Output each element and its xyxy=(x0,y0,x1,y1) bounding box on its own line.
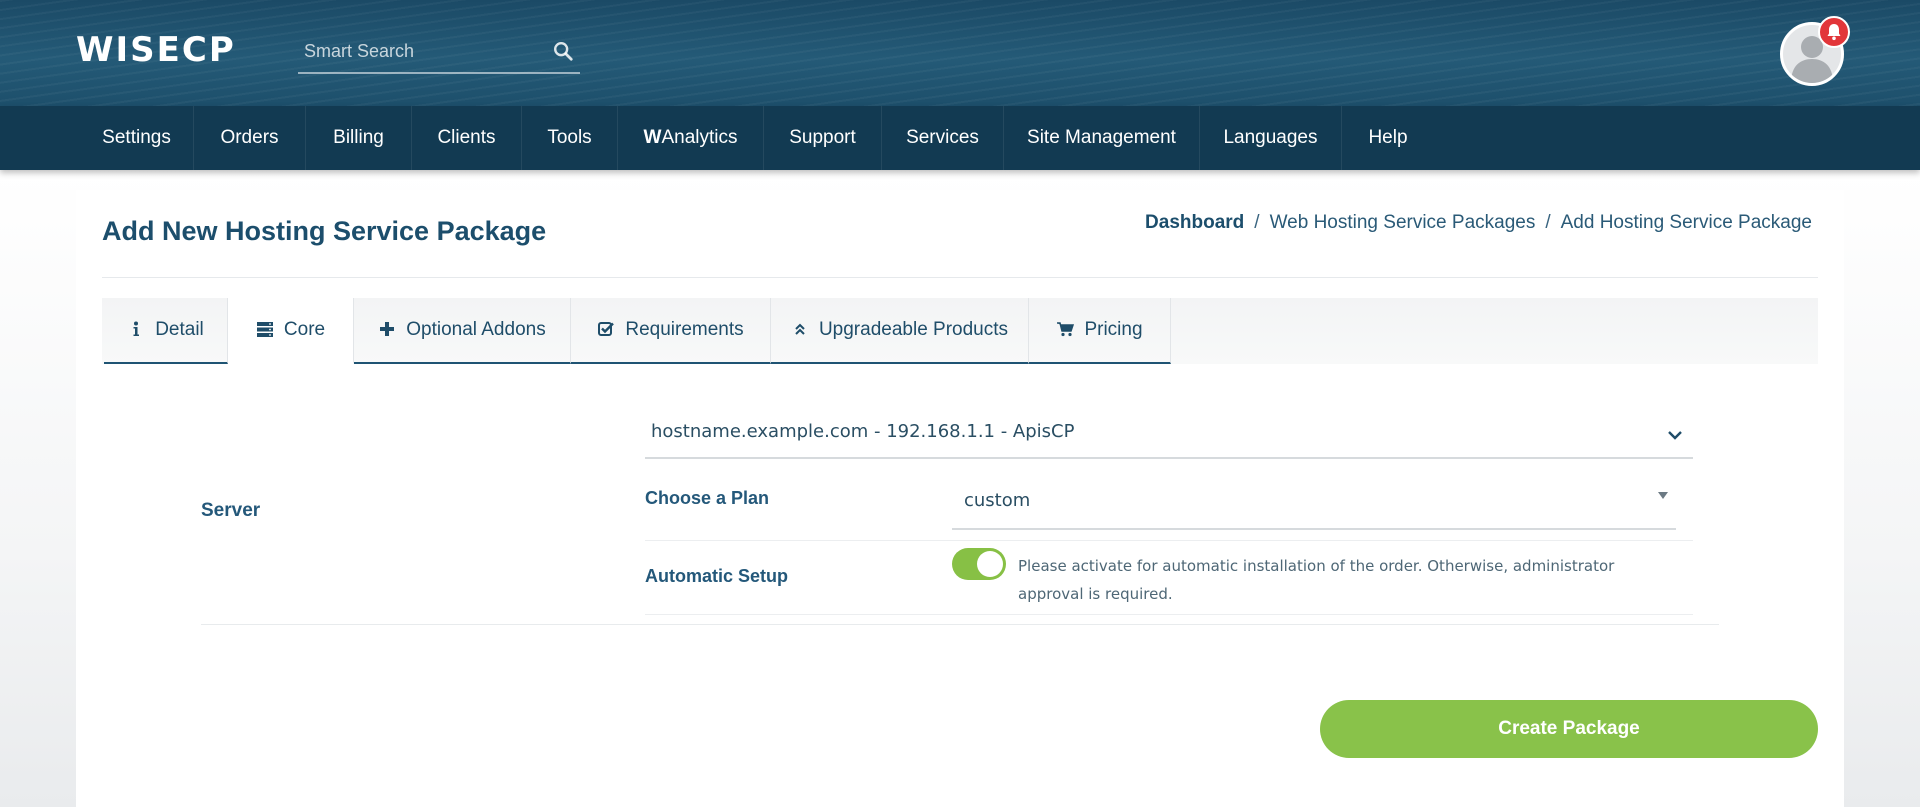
nav-clients[interactable]: Clients xyxy=(412,106,522,170)
nav-billing[interactable]: Billing xyxy=(306,106,412,170)
breadcrumb-separator: / xyxy=(1545,212,1551,233)
breadcrumb-separator: / xyxy=(1254,212,1260,233)
caret-down-icon xyxy=(1658,492,1668,499)
bell-icon xyxy=(1827,24,1841,41)
server-label: Server xyxy=(201,500,261,521)
section-divider xyxy=(201,624,1719,625)
nav-tools[interactable]: Tools xyxy=(522,106,618,170)
plan-select-value: custom xyxy=(964,490,1031,511)
breadcrumb-current: Add Hosting Service Package xyxy=(1560,212,1812,233)
toggle-knob xyxy=(977,551,1003,577)
tab-pricing[interactable]: Pricing xyxy=(1029,298,1171,364)
tab-requirements[interactable]: Requirements xyxy=(571,298,771,364)
automatic-setup-label: Automatic Setup xyxy=(645,566,789,586)
nav-site-management[interactable]: Site Management xyxy=(1004,106,1200,170)
page-title: Add New Hosting Service Package xyxy=(102,216,547,246)
automatic-setup-description: Please activate for automatic installati… xyxy=(1018,557,1615,603)
tab-bar: Detail Core Optional Addons Requirements… xyxy=(102,298,1818,364)
plan-label: Choose a Plan xyxy=(645,488,770,508)
plus-icon xyxy=(380,322,395,336)
nav-wanalytics[interactable]: WAnalytics xyxy=(618,106,764,170)
breadcrumb: Dashboard / Web Hosting Service Packages / A… xyxy=(1145,212,1812,234)
cart-icon xyxy=(1057,322,1075,337)
nav-help[interactable]: Help xyxy=(1342,106,1434,170)
smart-search xyxy=(298,30,580,74)
nav-settings[interactable]: Settings xyxy=(80,106,194,170)
wisecp-logo[interactable]: WISECP xyxy=(76,30,236,70)
automatic-setup-toggle[interactable] xyxy=(952,548,1006,580)
search-input[interactable] xyxy=(304,36,544,66)
tab-optional-addons[interactable]: Optional Addons xyxy=(354,298,571,364)
info-icon xyxy=(133,321,140,336)
title-divider xyxy=(102,277,1818,278)
notification-badge[interactable] xyxy=(1818,16,1850,48)
nav-support[interactable]: Support xyxy=(764,106,882,170)
plan-select[interactable]: custom xyxy=(952,478,1676,530)
tab-core[interactable]: Core xyxy=(228,298,354,364)
row-divider xyxy=(645,614,1693,615)
chevron-down-icon xyxy=(1668,431,1682,440)
server-select-value: hostname.example.com - 192.168.1.1 - Api… xyxy=(651,421,1075,442)
nav-orders[interactable]: Orders xyxy=(194,106,306,170)
create-package-button[interactable]: Create Package xyxy=(1320,700,1818,758)
breadcrumb-web-hosting-packages[interactable]: Web Hosting Service Packages xyxy=(1270,212,1536,233)
tab-detail[interactable]: Detail xyxy=(104,298,228,364)
top-header: WISECP xyxy=(0,0,1920,106)
row-divider xyxy=(645,540,1693,541)
checkbox-icon xyxy=(598,322,615,336)
nav-services[interactable]: Services xyxy=(882,106,1004,170)
nav-languages[interactable]: Languages xyxy=(1200,106,1342,170)
main-navigation: Settings Orders Billing Clients Tools WA… xyxy=(0,106,1920,170)
double-chevron-up-icon xyxy=(795,323,805,335)
tab-upgradeable-products[interactable]: Upgradeable Products xyxy=(771,298,1029,364)
server-select[interactable]: hostname.example.com - 192.168.1.1 - Api… xyxy=(645,413,1693,459)
breadcrumb-dashboard[interactable]: Dashboard xyxy=(1145,212,1244,233)
search-icon[interactable] xyxy=(552,40,574,62)
server-icon xyxy=(256,322,273,337)
